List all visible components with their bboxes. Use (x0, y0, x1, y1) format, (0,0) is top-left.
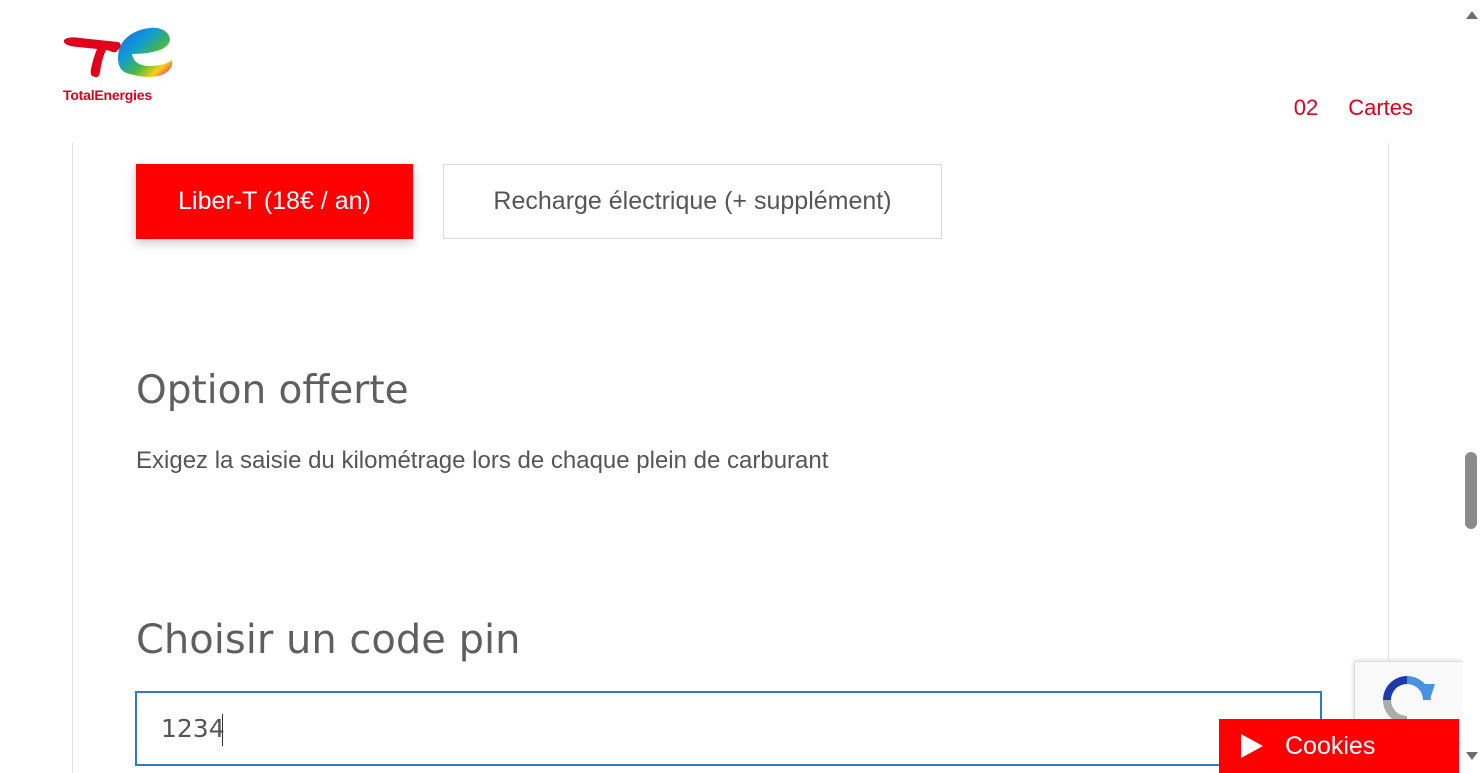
scroll-down-arrow-icon[interactable] (1466, 752, 1478, 760)
text-caret (222, 714, 223, 746)
nav-item-cartes[interactable]: Cartes (1348, 95, 1413, 121)
option-offerte-title: Option offerte (136, 368, 409, 413)
scrollbar-thumb[interactable] (1465, 452, 1477, 529)
brand-wordmark: TotalEnergies (63, 87, 152, 103)
pin-title: Choisir un code pin (136, 617, 521, 663)
nav-item-02[interactable]: 02 (1294, 95, 1318, 121)
scroll-up-arrow-icon[interactable] (1466, 11, 1478, 19)
option-recharge-electrique-button[interactable]: Recharge électrique (+ supplément) (443, 164, 942, 239)
option-liber-t-button[interactable]: Liber-T (18€ / an) (136, 164, 413, 239)
cookies-label: Cookies (1285, 731, 1376, 760)
page: TotalEnergies 02 Cartes Liber-T (18€ / a… (0, 0, 1482, 773)
top-nav: 02 Cartes (1294, 95, 1413, 121)
pin-input[interactable] (135, 691, 1322, 766)
option-offerte-description[interactable]: Exigez la saisie du kilométrage lors de … (136, 447, 828, 475)
vertical-scrollbar[interactable] (1462, 0, 1482, 773)
site-header: TotalEnergies 02 Cartes (0, 0, 1462, 143)
cookies-button[interactable]: Cookies (1219, 719, 1459, 773)
play-icon (1241, 734, 1263, 758)
